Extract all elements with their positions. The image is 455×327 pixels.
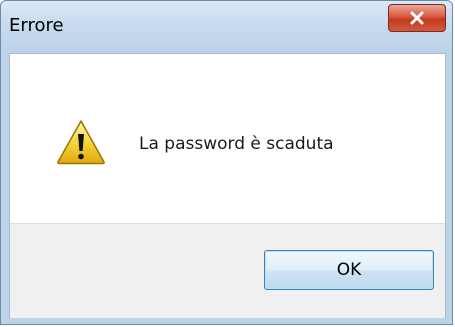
message-area: La password è scaduta (10, 54, 445, 223)
dialog-client-area: La password è scaduta OK (9, 53, 446, 318)
window-title: Errore (9, 15, 64, 36)
warning-icon (56, 119, 106, 165)
close-icon (409, 11, 425, 25)
error-dialog-window: Errore La password è scaduta OK (0, 0, 453, 325)
close-button[interactable] (388, 4, 446, 32)
button-bar: OK (10, 223, 445, 318)
error-message: La password è scaduta (139, 134, 334, 154)
ok-button[interactable]: OK (264, 250, 434, 290)
title-bar[interactable]: Errore (1, 1, 452, 53)
